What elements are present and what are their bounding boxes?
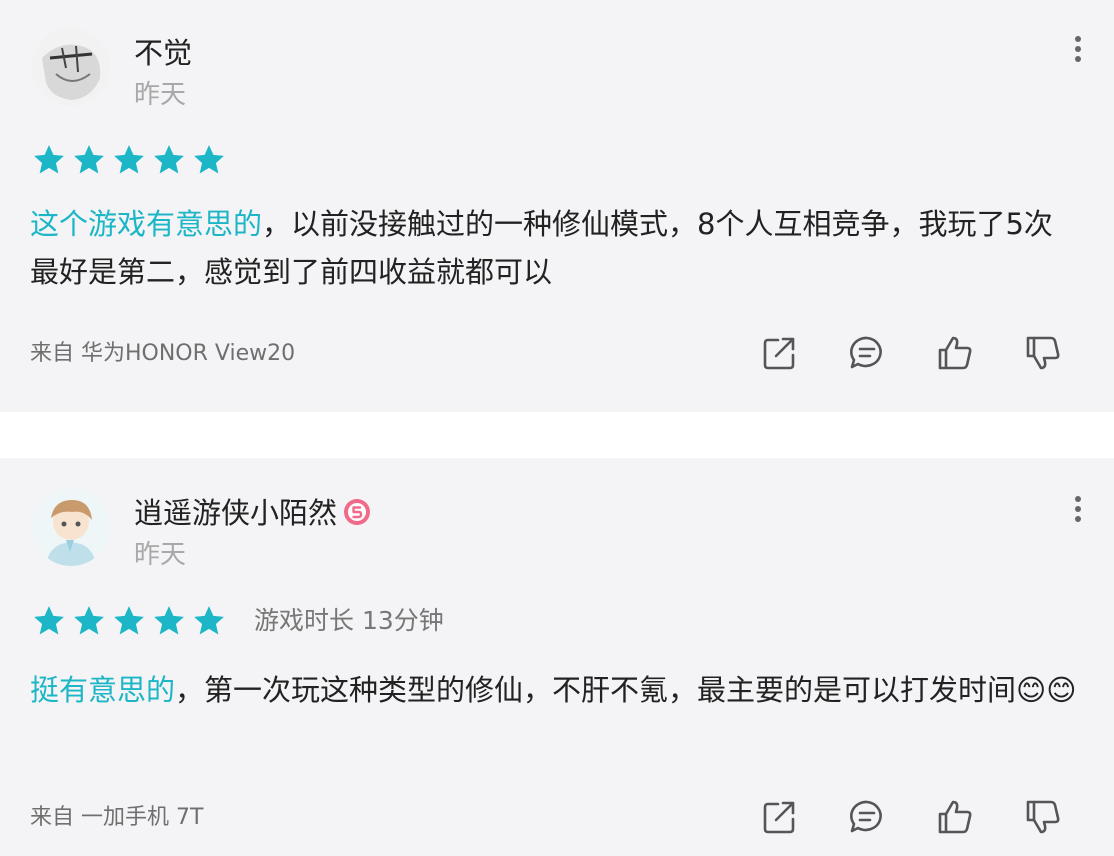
review-highlight: 这个游戏有意思的 [30, 207, 263, 241]
review-content: 挺有意思的，第一次玩这种类型的修仙，不肝不氪，最主要的是可以打发时间😊😊 [30, 666, 1080, 714]
share-icon[interactable] [760, 334, 798, 372]
thumbs-up-icon[interactable] [936, 334, 974, 372]
review-card: 不觉 昨天 这个游戏有意思的，以前没接触过的一种修仙模式，8个人互相竞争，我玩了… [0, 0, 1114, 412]
thumbs-down-icon[interactable] [1024, 334, 1062, 372]
review-content: 这个游戏有意思的，以前没接触过的一种修仙模式，8个人互相竞争，我玩了5次最好是第… [30, 200, 1080, 296]
rating-stars [32, 604, 226, 638]
star-icon [74, 606, 104, 635]
star-icon [34, 145, 64, 174]
review-text: ，第一次玩这种类型的修仙，不肝不氪，最主要的是可以打发时间😊😊 [175, 673, 1077, 707]
review-date: 昨天 [134, 540, 187, 570]
comment-icon[interactable] [848, 334, 886, 372]
review-card: 逍遥游侠小陌然 昨天 游戏时长 13分钟 挺有意思的，第一次玩这种类型的修仙，不… [0, 458, 1114, 856]
review-highlight: 挺有意思的 [30, 673, 176, 707]
thumbs-down-icon[interactable] [1024, 798, 1062, 836]
star-icon [114, 606, 144, 635]
star-icon [34, 606, 64, 635]
star-icon [154, 145, 184, 174]
device-source: 来自 一加手机 7T [30, 805, 204, 830]
review-date: 昨天 [134, 80, 187, 110]
username-text: 逍遥游侠小陌然 [134, 496, 338, 530]
avatar[interactable] [32, 488, 110, 566]
thumbs-up-icon[interactable] [936, 798, 974, 836]
more-options-icon[interactable] [1072, 34, 1084, 64]
review-actions [760, 334, 1062, 372]
star-icon [114, 145, 144, 174]
more-options-icon[interactable] [1072, 494, 1084, 524]
rating-stars [32, 143, 226, 177]
comment-icon[interactable] [848, 798, 886, 836]
star-icon [74, 145, 104, 174]
username[interactable]: 不觉 [134, 36, 192, 70]
username[interactable]: 逍遥游侠小陌然 [134, 496, 371, 530]
share-icon[interactable] [760, 798, 798, 836]
level-badge-icon [344, 499, 371, 525]
avatar[interactable] [32, 28, 110, 106]
star-icon [194, 145, 224, 174]
device-source: 来自 华为HONOR View20 [30, 341, 296, 366]
playtime: 游戏时长 13分钟 [254, 606, 444, 635]
star-icon [194, 606, 224, 635]
review-actions [760, 798, 1062, 836]
star-icon [154, 606, 184, 635]
